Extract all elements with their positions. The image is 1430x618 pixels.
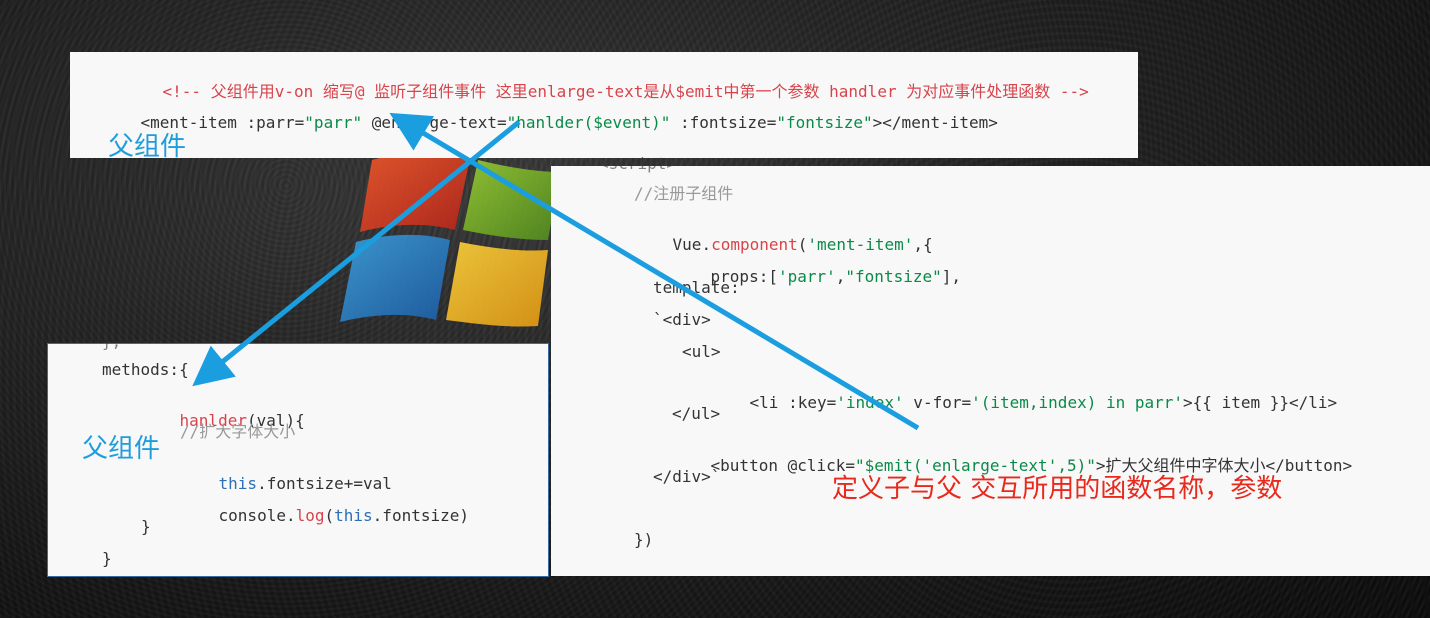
arrow-to-enlarge-text-listener (389, 112, 920, 431)
annotation-arrows (192, 112, 920, 431)
